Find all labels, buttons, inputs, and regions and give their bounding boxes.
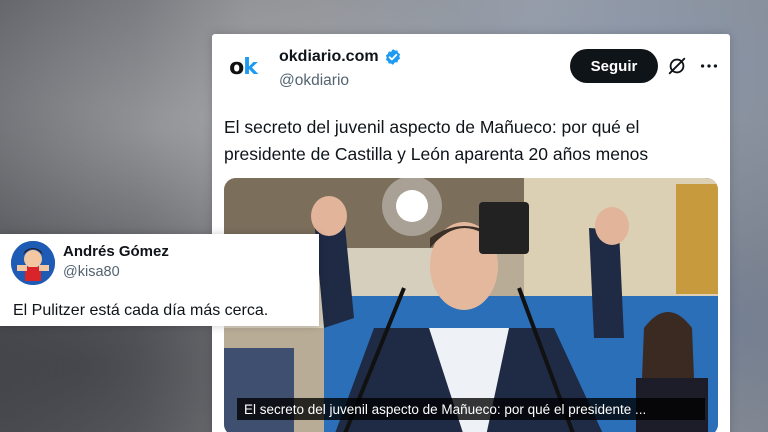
media-caption: El secreto del juvenil aspecto de Mañuec… <box>237 398 705 420</box>
reply-card: Andrés Gómez @kisa80 El Pulitzer está ca… <box>0 234 319 326</box>
more-icon[interactable] <box>698 55 720 77</box>
okdiario-logo[interactable]: ok <box>226 50 260 84</box>
avatar-illustration <box>11 241 55 285</box>
account-handle[interactable]: @okdiario <box>279 72 349 90</box>
tweet-text: El secreto del juvenil aspecto de Mañuec… <box>224 117 649 164</box>
account-name-row[interactable]: okdiario.com <box>279 48 402 66</box>
tweet-header: ok okdiario.com @okdiario Seguir <box>212 34 730 104</box>
verified-badge-icon <box>385 49 400 65</box>
tweet-card: ok okdiario.com @okdiario Seguir El secr… <box>212 34 730 432</box>
reply-text: El Pulitzer está cada día más cerca. <box>13 302 269 319</box>
reply-author-name[interactable]: Andrés Gómez <box>63 243 169 260</box>
grok-icon[interactable] <box>666 55 688 77</box>
avatar[interactable] <box>11 241 55 285</box>
logo-letter-o: o <box>229 54 244 80</box>
logo-letter-k: k <box>243 54 258 80</box>
follow-button[interactable]: Seguir <box>570 49 658 83</box>
account-name[interactable]: okdiario.com <box>279 48 379 66</box>
reply-author-handle[interactable]: @kisa80 <box>63 264 120 280</box>
